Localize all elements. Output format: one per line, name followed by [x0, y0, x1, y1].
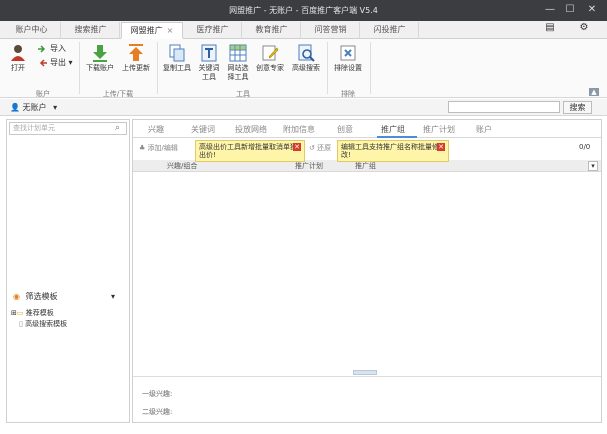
download-account-button[interactable]: 下载账户 — [84, 44, 116, 73]
level1-interest-label: 一级兴趣: — [142, 390, 173, 398]
settings-gear-icon[interactable]: ⚙ — [576, 22, 592, 36]
account-search-input[interactable] — [448, 101, 560, 113]
title-bar: 网盟推广 - 无账户 - 百度推广客户端 V5.4 — ☐ ✕ — [0, 0, 607, 21]
level-tabs: 兴趣 关键词 投放网络 附加信息 创意 推广组 推广计划 账户 — [133, 120, 601, 138]
open-button[interactable]: 打开 — [7, 44, 29, 73]
group-label-tools: 工具 — [236, 90, 250, 98]
search-button[interactable]: 搜索 — [563, 101, 592, 114]
tab-network-promotion[interactable]: 网盟推广 × — [121, 22, 183, 39]
upload-icon — [129, 44, 143, 61]
export-icon — [39, 58, 47, 67]
ribbon-toolbar: 打开 导入 导出 ▾ 账户 下载账户 上传更新 上传/下载 复制工具 关键词 工具 — [0, 39, 607, 98]
subtab-keyword[interactable]: 关键词 — [191, 124, 215, 135]
tree-item-advanced-search-template[interactable]: ▯ 高级搜索模板 — [19, 319, 67, 329]
tab-qa-marketing[interactable]: 问答营销 — [302, 22, 360, 39]
restore-button[interactable]: ↺ 还原 — [309, 143, 331, 153]
keyword-icon — [201, 44, 217, 62]
group-separator — [79, 42, 80, 94]
restore-icon: ↺ — [309, 144, 315, 152]
tip-bid-tool: 高级出价工具新增批量取消单独出价! ✕ — [195, 140, 305, 162]
plan-tree-panel: 查找计划单元 ⌕ ◉ 筛选模板 ▾ ⊞▭ 推荐模板 ▯ 高级搜索模板 — [6, 119, 130, 423]
plan-search-input[interactable]: 查找计划单元 — [9, 122, 127, 135]
export-dropdown-icon[interactable]: ▾ — [69, 58, 73, 67]
export-button[interactable]: 导出 ▾ — [38, 57, 73, 68]
copy-tool-button[interactable]: 复制工具 — [161, 44, 193, 73]
group-separator — [157, 42, 158, 94]
main-pane: 兴趣 关键词 投放网络 附加信息 创意 推广组 推广计划 账户 ♣ 添加/编辑 … — [132, 119, 602, 423]
search-doc-icon — [298, 44, 315, 62]
tree-item-recommended-template[interactable]: ⊞▭ 推荐模板 — [11, 308, 54, 318]
import-icon — [38, 44, 46, 53]
close-window-button[interactable]: ✕ — [584, 3, 600, 17]
column-header-plan[interactable]: 推广计划 — [295, 161, 323, 171]
account-selector[interactable]: 👤 无账户 ▾ — [10, 102, 57, 113]
document-icon: ▯ — [19, 320, 23, 328]
filter-template-header[interactable]: ◉ 筛选模板 ▾ — [7, 289, 129, 305]
tip-edit-tool: 编辑工具支持推广组名称批量修改! ✕ — [337, 140, 449, 162]
level2-interest-label: 二级兴趣: — [142, 408, 173, 416]
copy-icon — [169, 44, 185, 62]
column-chooser-dropdown[interactable]: ▾ — [588, 161, 598, 171]
group-label-updown: 上传/下载 — [102, 90, 134, 98]
import-button[interactable]: 导入 — [38, 43, 66, 54]
tab-close-icon[interactable]: × — [167, 26, 174, 35]
creative-expert-button[interactable]: 创意专家 — [254, 44, 286, 73]
download-icon — [93, 45, 107, 62]
maximize-button[interactable]: ☐ — [562, 3, 578, 17]
column-header-group[interactable]: 推广组 — [355, 161, 376, 171]
minimize-button[interactable]: — — [542, 3, 558, 17]
filter-template-icon: ◉ — [13, 292, 20, 301]
subtab-account[interactable]: 账户 — [476, 124, 492, 135]
site-grid-icon — [229, 44, 247, 62]
group-label-exclude: 排除 — [341, 90, 355, 98]
subtab-network[interactable]: 投放网络 — [235, 124, 267, 135]
site-select-tool-button[interactable]: 网站选 择工具 — [225, 44, 251, 82]
tab-search-promotion[interactable]: 搜索推广 — [62, 22, 120, 39]
tab-flash-promotion[interactable]: 闪投推广 — [361, 22, 419, 39]
window-title: 网盟推广 - 无账户 - 百度推广客户端 V5.4 — [229, 6, 378, 15]
account-user-icon: 👤 — [10, 103, 20, 112]
chevron-down-icon: ▾ — [53, 103, 58, 112]
pencil-edit-icon — [262, 45, 279, 61]
subtab-creative[interactable]: 创意 — [337, 124, 353, 135]
add-edit-button[interactable]: ♣ 添加/编辑 — [139, 143, 178, 153]
add-edit-icon: ♣ — [139, 144, 146, 152]
account-bar: 👤 无账户 ▾ 搜索 — [0, 99, 607, 116]
upload-update-button[interactable]: 上传更新 — [120, 44, 152, 73]
group-separator — [370, 42, 371, 94]
subtab-ad-group[interactable]: 推广组 — [381, 124, 405, 135]
exclude-settings-button[interactable]: 排除设置 — [331, 44, 365, 73]
record-count: 0/0 — [579, 143, 591, 151]
search-icon[interactable]: ⌕ — [115, 123, 120, 133]
exclude-icon — [340, 45, 356, 61]
collapse-ribbon-icon[interactable]: ▲ — [589, 88, 599, 96]
interest-detail-panel: 一级兴趣: 二级兴趣: — [133, 376, 601, 423]
group-label-account: 账户 — [36, 90, 50, 98]
close-tip-icon[interactable]: ✕ — [293, 143, 301, 151]
product-tabs: 账户中心 搜索推广 网盟推广 × 医疗推广 教育推广 问答营销 闪投推广 — [0, 21, 607, 39]
active-tab-indicator — [377, 136, 417, 138]
advanced-search-button[interactable]: 高级搜索 — [290, 44, 322, 73]
tab-medical-promotion[interactable]: 医疗推广 — [184, 22, 242, 39]
folder-icon: ▭ — [16, 309, 24, 317]
tab-education-promotion[interactable]: 教育推广 — [243, 22, 301, 39]
chevron-down-icon[interactable]: ▾ — [111, 289, 115, 305]
subtab-extra-info[interactable]: 附加信息 — [283, 124, 315, 135]
column-header-interest[interactable]: 兴趣/组合 — [167, 161, 197, 171]
user-icon — [11, 45, 25, 61]
subtab-interest[interactable]: 兴趣 — [148, 124, 164, 135]
keyword-tool-button[interactable]: 关键词 工具 — [196, 44, 222, 82]
message-icon[interactable]: ▤ — [542, 22, 558, 36]
close-tip-icon[interactable]: ✕ — [437, 143, 445, 151]
tab-account-center[interactable]: 账户中心 — [3, 22, 61, 39]
subtab-ad-plan[interactable]: 推广计划 — [423, 124, 455, 135]
panel-splitter[interactable] — [353, 370, 377, 375]
group-separator — [327, 42, 328, 94]
